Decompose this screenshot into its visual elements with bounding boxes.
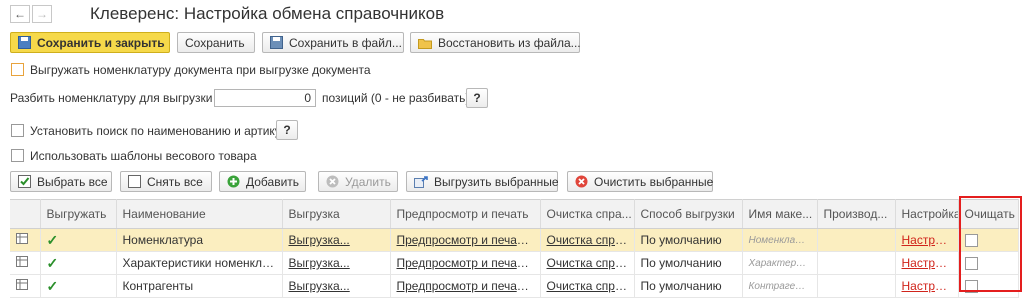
method-cell[interactable]: По умолчанию: [634, 274, 743, 298]
export-checkbox[interactable]: ✓: [40, 274, 117, 298]
upload-icon: [414, 175, 428, 188]
upload-selected-button[interactable]: Выгрузить выбранные: [406, 171, 559, 192]
row-grid-icon: [10, 251, 41, 275]
column-header-layout[interactable]: Имя маке...: [742, 199, 818, 229]
split-suffix-label: позиций (0 - не разбивать): [322, 91, 470, 105]
delete-label: Удалить: [345, 174, 391, 189]
upload-link[interactable]: Выгрузка...: [282, 228, 391, 252]
column-header-export[interactable]: Выгружать: [40, 199, 117, 229]
clear-selected-label: Очистить выбранные: [594, 174, 714, 189]
search-help-button[interactable]: ?: [276, 120, 298, 140]
clear-link[interactable]: Очистка спра...: [540, 228, 635, 252]
preview-link[interactable]: Предпросмотр и печать...: [390, 228, 541, 252]
highlight-box: [959, 196, 1022, 292]
producer-cell: [817, 228, 896, 252]
delete-button[interactable]: Удалить: [318, 171, 398, 192]
layout-cell: Характерис..: [742, 251, 818, 275]
producer-cell: [817, 274, 896, 298]
export-checkbox[interactable]: ✓: [40, 251, 117, 275]
layout-cell: Номенклату..: [742, 228, 818, 252]
row-grid-icon: [10, 274, 41, 298]
clear-icon: [575, 175, 588, 188]
split-help-button[interactable]: ?: [466, 88, 488, 108]
save-button[interactable]: Сохранить: [177, 32, 255, 53]
select-all-label: Выбрать все: [37, 174, 108, 189]
upload-nomenclature-label: Выгружать номенклатуру документа при выг…: [30, 63, 371, 77]
upload-nomenclature-checkbox[interactable]: [11, 63, 24, 76]
save-label: Сохранить: [185, 35, 245, 50]
producer-cell: [817, 251, 896, 275]
settings-link[interactable]: Настроить: [895, 251, 959, 275]
add-label: Добавить: [246, 174, 300, 189]
save-to-file-label: Сохранить в файл...: [289, 35, 402, 50]
clear-selected-button[interactable]: Очистить выбранные: [567, 171, 713, 192]
layout-cell: Контрагенты: [742, 274, 818, 298]
settings-link[interactable]: Настроить: [895, 228, 959, 252]
column-header-method[interactable]: Способ выгрузки: [634, 199, 743, 229]
clear-link[interactable]: Очистка спра...: [540, 251, 635, 275]
preview-link[interactable]: Предпросмотр и печать...: [390, 251, 541, 275]
plus-icon: [227, 175, 240, 188]
method-cell[interactable]: По умолчанию: [634, 251, 743, 275]
table-row[interactable]: ✓ Номенклатура Выгрузка... Предпросмотр …: [10, 228, 1019, 252]
split-label: Разбить номенклатуру для выгрузки по:: [10, 91, 233, 105]
weight-templates-checkbox[interactable]: [11, 149, 24, 162]
upload-link[interactable]: Выгрузка...: [282, 251, 391, 275]
column-header-upload[interactable]: Выгрузка: [282, 199, 391, 229]
table-row[interactable]: ✓ Контрагенты Выгрузка... Предпросмотр и…: [10, 274, 1019, 298]
clear-link[interactable]: Очистка спра...: [540, 274, 635, 298]
settings-link[interactable]: Настроить: [895, 274, 959, 298]
preview-link[interactable]: Предпросмотр и печать...: [390, 274, 541, 298]
split-count-input[interactable]: 0: [214, 89, 316, 107]
save-to-file-button[interactable]: Сохранить в файл...: [262, 32, 404, 53]
deselect-all-button[interactable]: Снять все: [120, 171, 212, 192]
weight-templates-label: Использовать шаблоны весового товара: [30, 149, 257, 163]
disk-icon: [270, 36, 283, 49]
delete-icon: [326, 175, 339, 188]
export-checkbox[interactable]: ✓: [40, 228, 117, 252]
checkbox-checked-icon: [18, 175, 31, 188]
column-header-settings[interactable]: Настройка: [895, 199, 959, 229]
select-all-button[interactable]: Выбрать все: [10, 171, 112, 192]
method-cell[interactable]: По умолчанию: [634, 228, 743, 252]
directories-table: Выгружать Наименование Выгрузка Предпрос…: [10, 199, 1019, 298]
back-button[interactable]: ←: [10, 5, 30, 23]
upload-link[interactable]: Выгрузка...: [282, 274, 391, 298]
row-name: Характеристики номенклат...: [116, 251, 283, 275]
row-name: Номенклатура: [116, 228, 283, 252]
table-row[interactable]: ✓ Характеристики номенклат... Выгрузка..…: [10, 251, 1019, 275]
search-by-name-label: Установить поиск по наименованию и артик…: [30, 124, 294, 138]
row-grid-icon: [10, 228, 41, 252]
search-by-name-checkbox[interactable]: [11, 124, 24, 137]
column-header-producer[interactable]: Производ...: [817, 199, 896, 229]
table-header-row: Выгружать Наименование Выгрузка Предпрос…: [10, 199, 1019, 229]
restore-from-file-button[interactable]: Восстановить из файла...: [410, 32, 581, 53]
column-header-clear[interactable]: Очистка спра...: [540, 199, 635, 229]
deselect-all-label: Снять все: [147, 174, 203, 189]
restore-from-file-label: Восстановить из файла...: [438, 35, 581, 50]
upload-selected-label: Выгрузить выбранные: [434, 174, 559, 189]
column-header-name[interactable]: Наименование: [116, 199, 283, 229]
column-header-preview[interactable]: Предпросмотр и печать: [390, 199, 541, 229]
column-header-icon: [10, 199, 41, 229]
save-and-close-label: Сохранить и закрыть: [37, 35, 165, 50]
forward-button[interactable]: →: [32, 5, 52, 23]
window-title: Клеверенс: Настройка обмена справочников: [90, 4, 445, 23]
save-and-close-button[interactable]: Сохранить и закрыть: [10, 32, 170, 53]
save-icon: [18, 36, 31, 49]
row-name: Контрагенты: [116, 274, 283, 298]
add-button[interactable]: Добавить: [219, 171, 306, 192]
checkbox-empty-icon: [128, 175, 141, 188]
folder-icon: [418, 37, 432, 49]
